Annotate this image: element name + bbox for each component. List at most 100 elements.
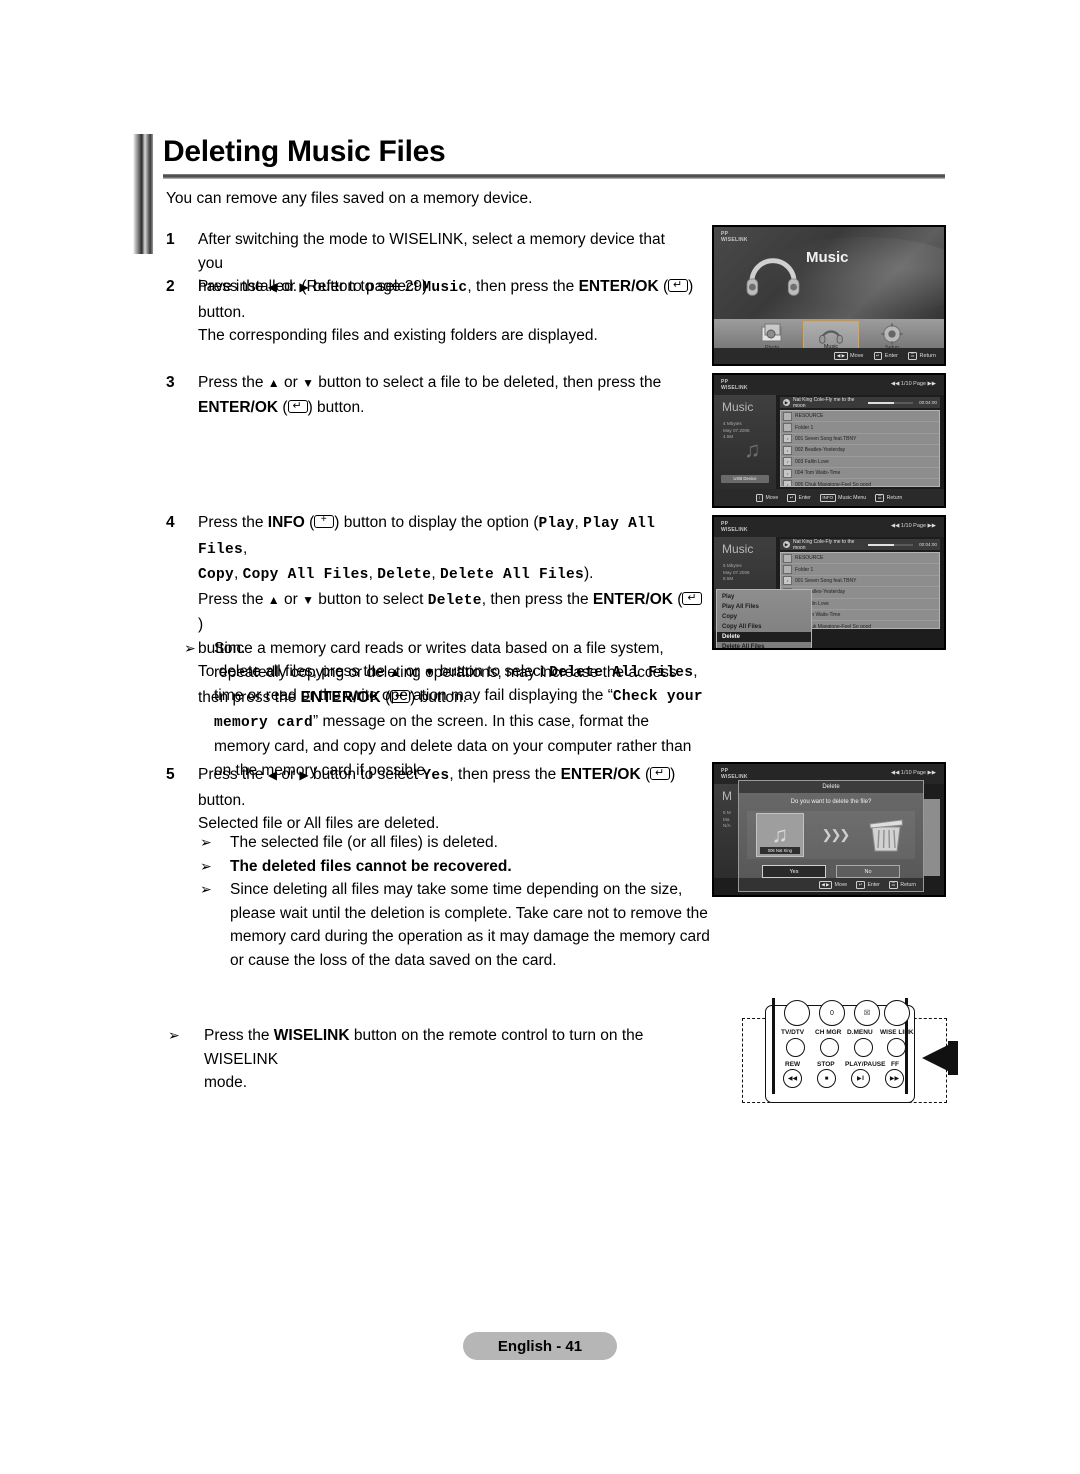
note-deleting-takes-time: Since deleting all files may take some t… (198, 878, 718, 972)
footer-label: Return (919, 353, 936, 359)
bullet-arrow-icon (200, 832, 212, 853)
wiselink-logo: PP WISELINK (721, 231, 748, 243)
list-item[interactable]: ♪002 Beatles-Yesterday (781, 445, 939, 457)
up-arrow-icon (268, 591, 280, 608)
list-item[interactable]: Folder 1 (781, 564, 939, 576)
enter-key-icon: ↵ (787, 493, 796, 502)
file-name: 005 Chuk Mangione-Feel So good (795, 481, 872, 487)
step-4-line-2: Copy, Copy All Files, Delete, Delete All… (198, 565, 594, 583)
remote-button-top-4[interactable] (884, 1000, 910, 1026)
mono-token: Delete (427, 592, 482, 609)
screenshot-music-file-browser: PP WISELINK ◀◀ 1/10 Page ▶▶ Music 4 Mbyte… (712, 373, 946, 508)
music-note-icon: ♫ (744, 437, 761, 462)
list-item[interactable]: ♪ 001 Seven Song feat.TBNY (781, 576, 939, 588)
list-item[interactable]: RESOURCE (781, 553, 939, 565)
text: or (279, 590, 303, 608)
remote-button-stop[interactable]: ■ (817, 1069, 836, 1088)
dialog-title: Delete (739, 781, 923, 793)
step-3-number: 3 (166, 374, 175, 391)
photo-icon (761, 323, 782, 342)
step-3-line-1: Press the or button to select a file to … (198, 371, 696, 396)
remote-button-tv-dtv[interactable] (786, 1038, 805, 1057)
mono-token: Music (422, 280, 468, 296)
remote-label-ch-mgr: CH MGR (815, 1029, 842, 1036)
menu-tile-photo[interactable]: Photo (744, 321, 800, 351)
page-indicator: ◀◀ 1/10 Page ▶▶ (890, 381, 936, 387)
remote-button-wise-link[interactable] (887, 1038, 906, 1057)
menu-item-copy-all-files[interactable]: Copy All Files (717, 622, 811, 632)
note-line-2: please wait until the deletion is comple… (230, 904, 708, 922)
list-item[interactable]: ♪004 Tom Waits-Time (781, 468, 939, 480)
play-icon: ▶ (783, 541, 790, 548)
text: button. (312, 398, 365, 416)
down-arrow-icon (302, 591, 314, 608)
bullet-arrow-icon (184, 638, 196, 659)
list-item[interactable]: ♪003 Fallin Love (781, 457, 939, 468)
progress-bar[interactable] (867, 543, 914, 546)
note-wiselink-line-1: Press the WISELINK button on the remote … (204, 1024, 716, 1071)
menu-tile-music[interactable]: Music (803, 321, 859, 351)
step-5-line-2: button. (198, 791, 246, 809)
footer-music-menu: INFO Music Menu (819, 493, 866, 502)
menu-item-copy[interactable]: Copy (717, 612, 811, 622)
remote-button-play-pause[interactable]: ▶‖ (851, 1069, 870, 1088)
step-1-number: 1 (166, 231, 175, 248)
remote-button-top-2[interactable]: 0 (819, 1000, 845, 1026)
sidebar-meta: 5 Mbytes May 07.2006 8.5M (723, 563, 750, 581)
music-options-context-menu[interactable]: Play Play All Files Copy Copy All Files … (716, 589, 812, 648)
remote-button-ch-mgr[interactable] (820, 1038, 839, 1057)
note-wiselink-line-2: mode. (204, 1074, 248, 1091)
step-4-line-3: Press the or button to select Delete, th… (198, 588, 706, 637)
progress-bar[interactable] (867, 401, 914, 404)
enter-ok-label: ENTER/OK (592, 590, 673, 608)
footer-label: Move (834, 881, 848, 888)
list-item[interactable]: ♪005 Chuk Mangione-Feel So good (781, 479, 939, 487)
page-indicator-text: 1/10 Page (900, 381, 926, 387)
page-indicator: ◀◀ 1/10 Page ▶▶ (890, 770, 936, 776)
option-copy: Copy (198, 567, 235, 583)
menu-item-play-all-files[interactable]: Play All Files (717, 602, 811, 612)
step-5-body: Press the or button to select Yes, then … (198, 763, 696, 836)
remote-button-rew[interactable]: ◀◀ (783, 1069, 802, 1088)
footer-return: ☰ Return (875, 493, 902, 502)
yes-button[interactable]: Yes (762, 865, 826, 878)
text: or (277, 278, 300, 295)
music-file-icon: ♪ (783, 457, 792, 467)
option-play: Play (538, 516, 575, 532)
menu-item-play[interactable]: Play (717, 592, 811, 602)
list-item[interactable]: RESOURCE (781, 411, 939, 423)
file-name: RESOURCE (795, 555, 824, 562)
browser-top-bar: PP WISELINK ◀◀ 1/10 Page ▶▶ (714, 517, 944, 537)
folder-icon (783, 553, 792, 563)
note-memory-card: Since a memory card reads or writes data… (182, 637, 722, 782)
remote-button-top-1[interactable] (784, 1000, 810, 1026)
option-delete-all-files: Delete All Files (439, 567, 584, 583)
intro-text: You can remove any files saved on a memo… (166, 190, 533, 207)
remote-button-top-3[interactable]: ☒ (854, 1000, 880, 1026)
enter-key-icon: ↵ (873, 352, 883, 360)
info-label: INFO (267, 514, 305, 531)
footer-move: ↕ Move (755, 493, 778, 502)
screenshot-delete-confirm-dialog: PP WISELINK ◀◀ 1/10 Page ▶▶ M 5 M Ma N/A De… (712, 762, 946, 897)
screenshot-music-menu-options: PP WISELINK ◀◀ 1/10 Page ▶▶ Music 5 Mbyte… (712, 515, 946, 650)
device-label: USB Device (721, 475, 769, 483)
list-item[interactable]: Folder 1 (781, 422, 939, 434)
remote-button-ff[interactable]: ▶▶ (885, 1069, 904, 1088)
step-3: 3 Press the or button to select a file t… (166, 371, 696, 419)
screen-footer-bar: ◀ ▶ Move ↵ Enter ☰ Return (714, 348, 944, 364)
list-item[interactable]: ♪ 001 Seven Song feat.TBNY (781, 434, 939, 446)
menu-item-delete-all-files[interactable]: Delete All Files (717, 642, 811, 648)
note-cannot-be-recovered: The deleted files cannot be recovered. (198, 855, 718, 879)
text: ” message on the screen. In this case, f… (313, 712, 650, 730)
music-file-icon: ♪ (783, 468, 792, 478)
file-list[interactable]: RESOURCE Folder 1 ♪ 001 Seven Song feat.T… (780, 410, 940, 487)
menu-item-delete[interactable]: Delete (717, 632, 811, 642)
arrow-right-icon: ❯❯❯ (821, 827, 851, 842)
no-button[interactable]: No (836, 865, 900, 878)
text: time or read or the write operation may … (214, 687, 613, 704)
remote-button-d-menu[interactable] (854, 1038, 873, 1057)
footer-label: Enter (867, 881, 880, 888)
note-text: The selected file (or all files) is dele… (230, 834, 498, 851)
note-wiselink-button: Press the WISELINK button on the remote … (166, 1024, 716, 1095)
menu-tile-setup[interactable]: Setup (864, 321, 920, 351)
